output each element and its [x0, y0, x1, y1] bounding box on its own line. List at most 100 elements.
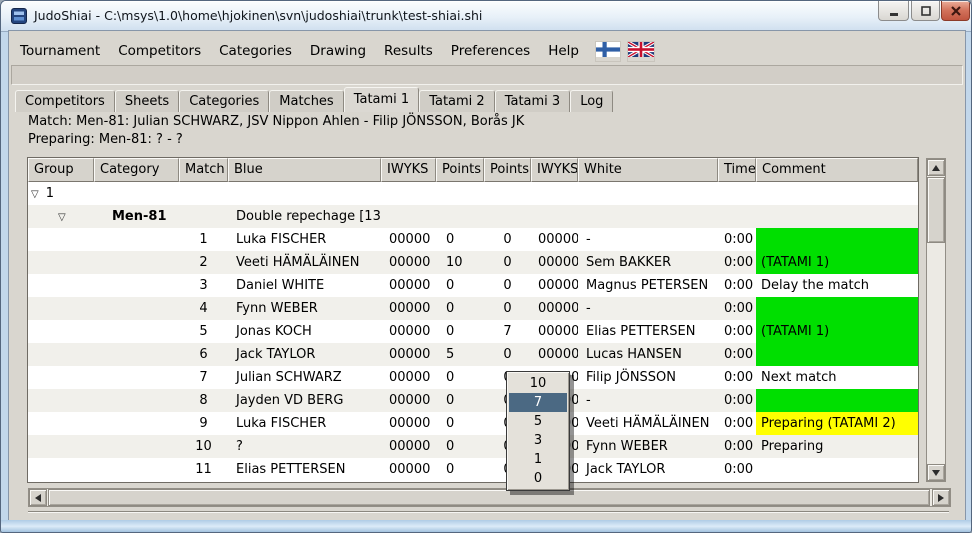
cell-comment[interactable]	[756, 228, 918, 251]
match-row[interactable]: 11Elias PETTERSEN000000000000Jack TAYLOR…	[28, 458, 918, 481]
cell-white-points[interactable]: 0	[484, 274, 531, 297]
expander-icon[interactable]: ▽	[58, 206, 66, 228]
column-header-2-match[interactable]: Match	[179, 158, 228, 182]
menu-item-categories[interactable]: Categories	[210, 41, 301, 61]
horizontal-scrollbar[interactable]	[28, 488, 951, 507]
cell-comment[interactable]: Next match	[756, 366, 918, 389]
cell-empty	[484, 182, 531, 205]
match-row[interactable]: 4Fynn WEBER000000000000-0:00	[28, 297, 918, 320]
dropdown-option-3[interactable]: 3	[509, 431, 567, 450]
match-row[interactable]: 8Jayden VD BERG000000000000-0:00	[28, 389, 918, 412]
cell-blue-points[interactable]: 0	[436, 297, 484, 320]
cell-white-points[interactable]: 7	[484, 320, 531, 343]
column-header-4-iwyks[interactable]: IWYKS	[381, 158, 436, 182]
cell-comment[interactable]: Delay the match	[756, 274, 918, 297]
cell-category	[94, 251, 179, 274]
match-row[interactable]: 7Julian SCHWARZ000000000000Filip JÖNSSON…	[28, 366, 918, 389]
cell-group	[28, 389, 94, 412]
column-header-1-category[interactable]: Category	[94, 158, 179, 182]
match-row[interactable]: 2Veeti HÄMÄLÄINEN0000010000000Sem BAKKER…	[28, 251, 918, 274]
vertical-scrollbar-thumb[interactable]	[927, 177, 945, 243]
minimize-button[interactable]	[878, 1, 909, 21]
cell-comment[interactable]	[756, 458, 918, 481]
cell-comment[interactable]	[756, 389, 918, 412]
finnish-flag-icon[interactable]	[596, 42, 620, 61]
cell-blue-points[interactable]: 0	[436, 389, 484, 412]
uk-flag-icon[interactable]	[628, 42, 654, 61]
vertical-scrollbar[interactable]	[926, 158, 946, 482]
cell-blue-points[interactable]: 10	[436, 251, 484, 274]
column-header-10-comment[interactable]: Comment	[756, 158, 918, 182]
app-window: JudoShiai - C:\msys\1.0\home\hjokinen\sv…	[0, 0, 972, 533]
cell-blue-points[interactable]: 0	[436, 320, 484, 343]
title-bar[interactable]: JudoShiai - C:\msys\1.0\home\hjokinen\sv…	[1, 1, 971, 32]
menu-item-results[interactable]: Results	[375, 41, 442, 61]
cell-comment[interactable]: Preparing (TATAMI 2)	[756, 412, 918, 435]
column-header-9-time[interactable]: Time	[718, 158, 756, 182]
dropdown-option-10[interactable]: 10	[509, 374, 567, 393]
match-row[interactable]: 10?000000000000Fynn WEBER0:00Preparing	[28, 435, 918, 458]
match-row[interactable]: 3Daniel WHITE000000000000Magnus PETERSEN…	[28, 274, 918, 297]
tab-tatami-1[interactable]: Tatami 1	[344, 87, 420, 112]
cell-blue-points[interactable]: 0	[436, 458, 484, 481]
cell-category	[94, 297, 179, 320]
column-header-5-points[interactable]: Points	[436, 158, 484, 182]
cell-comment[interactable]: Preparing	[756, 435, 918, 458]
match-row[interactable]: 9Luka FISCHER000000000000Veeti HÄMÄLÄINE…	[28, 412, 918, 435]
cell-blue-iwyks: 00000	[381, 297, 436, 320]
tab-log[interactable]: Log	[570, 90, 613, 112]
dropdown-option-0[interactable]: 0	[509, 469, 567, 488]
cell-comment[interactable]: (TATAMI 1)	[756, 251, 918, 274]
menu-item-help[interactable]: Help	[539, 41, 588, 61]
scroll-right-button[interactable]	[932, 489, 950, 506]
menu-item-preferences[interactable]: Preferences	[442, 41, 539, 61]
cell-white-points[interactable]: 0	[484, 297, 531, 320]
maximize-button[interactable]	[911, 1, 940, 21]
group-row[interactable]: ▽1	[28, 182, 918, 205]
menu-item-drawing[interactable]: Drawing	[301, 41, 375, 61]
tab-tatami-2[interactable]: Tatami 2	[419, 90, 495, 112]
tab-categories[interactable]: Categories	[179, 90, 269, 112]
dropdown-option-7[interactable]: 7	[509, 393, 567, 412]
cell-white-points[interactable]: 0	[484, 343, 531, 366]
cell-white-iwyks: 00000	[531, 251, 578, 274]
cell-empty	[756, 205, 918, 228]
dropdown-option-5[interactable]: 5	[509, 412, 567, 431]
cell-blue-points[interactable]: 0	[436, 274, 484, 297]
column-header-3-blue[interactable]: Blue	[228, 158, 381, 182]
menu-item-tournament[interactable]: Tournament	[11, 41, 109, 61]
menu-item-competitors[interactable]: Competitors	[109, 41, 210, 61]
tab-sheets[interactable]: Sheets	[115, 90, 179, 112]
match-row[interactable]: 5Jonas KOCH000000700000Elias PETTERSEN0:…	[28, 320, 918, 343]
cell-white-points[interactable]: 0	[484, 228, 531, 251]
scroll-down-button[interactable]	[927, 464, 945, 481]
column-header-0-group[interactable]: Group	[28, 158, 94, 182]
cell-blue-points[interactable]: 0	[436, 435, 484, 458]
match-row[interactable]: 6Jack TAYLOR000005000000Lucas HANSEN0:00	[28, 343, 918, 366]
tab-competitors[interactable]: Competitors	[15, 90, 115, 112]
cell-comment[interactable]	[756, 343, 918, 366]
column-header-7-iwyks[interactable]: IWYKS	[531, 158, 578, 182]
match-row[interactable]: 1Luka FISCHER000000000000-0:00	[28, 228, 918, 251]
cell-blue-iwyks: 00000	[381, 458, 436, 481]
scroll-up-button[interactable]	[927, 159, 945, 176]
tab-matches[interactable]: Matches	[269, 90, 343, 112]
scroll-left-button[interactable]	[29, 489, 47, 506]
expander-icon[interactable]: ▽	[31, 183, 39, 205]
cell-white-points[interactable]: 0	[484, 251, 531, 274]
cell-blue-points[interactable]: 0	[436, 228, 484, 251]
horizontal-scrollbar-thumb[interactable]	[48, 489, 930, 506]
cell-empty	[436, 182, 484, 205]
dropdown-option-1[interactable]: 1	[509, 450, 567, 469]
cell-comment[interactable]	[756, 297, 918, 320]
column-header-6-points[interactable]: Points	[484, 158, 531, 182]
cell-comment[interactable]: (TATAMI 1)	[756, 320, 918, 343]
cell-blue-points[interactable]: 0	[436, 412, 484, 435]
cell-group	[28, 274, 94, 297]
close-button[interactable]	[941, 1, 970, 21]
column-header-8-white[interactable]: White	[578, 158, 718, 182]
cell-blue-points[interactable]: 5	[436, 343, 484, 366]
category-row[interactable]: ▽Men-81Double repechage [13]	[28, 205, 918, 228]
tab-tatami-3[interactable]: Tatami 3	[495, 90, 571, 112]
cell-blue-points[interactable]: 0	[436, 366, 484, 389]
